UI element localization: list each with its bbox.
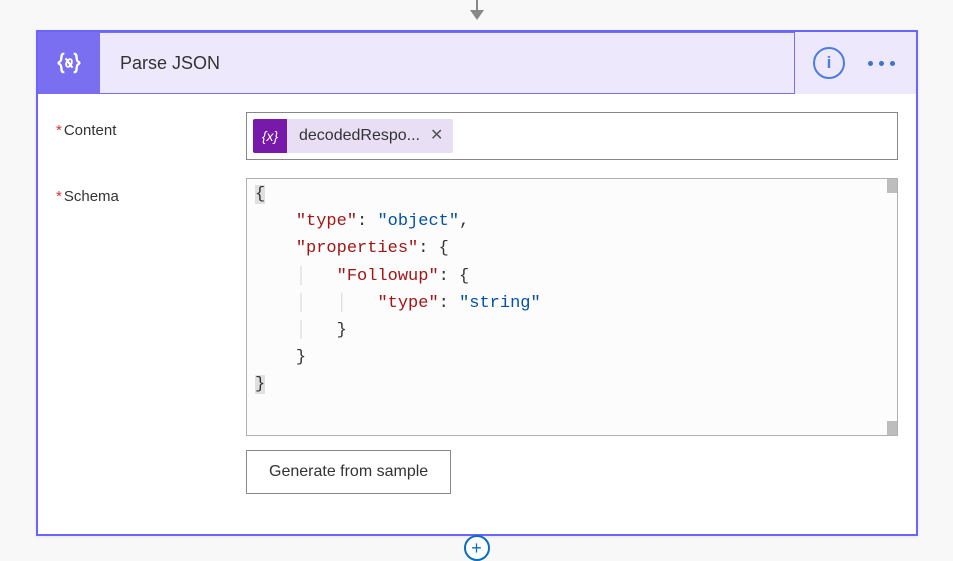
- add-step-icon[interactable]: +: [464, 535, 490, 561]
- generate-from-sample-button[interactable]: Generate from sample: [246, 450, 451, 494]
- connector-arrow-top: [470, 0, 484, 20]
- content-row: *Content {x} decodedRespo... ✕: [56, 112, 898, 160]
- info-icon[interactable]: i: [813, 47, 845, 79]
- code-brace: {: [255, 185, 265, 204]
- card-title[interactable]: Parse JSON: [100, 32, 795, 94]
- code-key: "properties": [296, 239, 418, 258]
- card-body: *Content {x} decodedRespo... ✕ *Schema {…: [38, 94, 916, 534]
- variable-icon: {x}: [253, 119, 287, 153]
- content-label: *Content: [56, 112, 246, 160]
- code-key: "Followup": [337, 267, 439, 286]
- code-key: "type": [377, 294, 438, 313]
- scrollbar-thumb[interactable]: [887, 421, 897, 435]
- generate-row: Generate from sample: [56, 450, 898, 494]
- card-header[interactable]: Parse JSON i: [38, 32, 916, 94]
- code-brace: }: [255, 375, 265, 394]
- scrollbar-thumb[interactable]: [887, 179, 897, 193]
- parse-json-icon: [38, 32, 100, 94]
- schema-editor[interactable]: { "type": "object", "properties": { │ "F…: [246, 178, 898, 436]
- more-options-icon[interactable]: [865, 61, 898, 66]
- code-value: "object": [377, 212, 459, 231]
- variable-chip[interactable]: {x} decodedRespo... ✕: [253, 119, 453, 153]
- card-actions: i: [795, 32, 916, 94]
- content-input[interactable]: {x} decodedRespo... ✕: [246, 112, 898, 160]
- schema-label: *Schema: [56, 178, 246, 436]
- code-key: "type": [296, 212, 357, 231]
- chip-remove-icon[interactable]: ✕: [430, 128, 443, 144]
- schema-row: *Schema { "type": "object", "properties"…: [56, 178, 898, 436]
- code-value: "string": [459, 294, 541, 313]
- parse-json-card: Parse JSON i *Content {x} decodedRespo..…: [36, 30, 918, 536]
- variable-chip-label: decodedRespo...: [287, 127, 430, 145]
